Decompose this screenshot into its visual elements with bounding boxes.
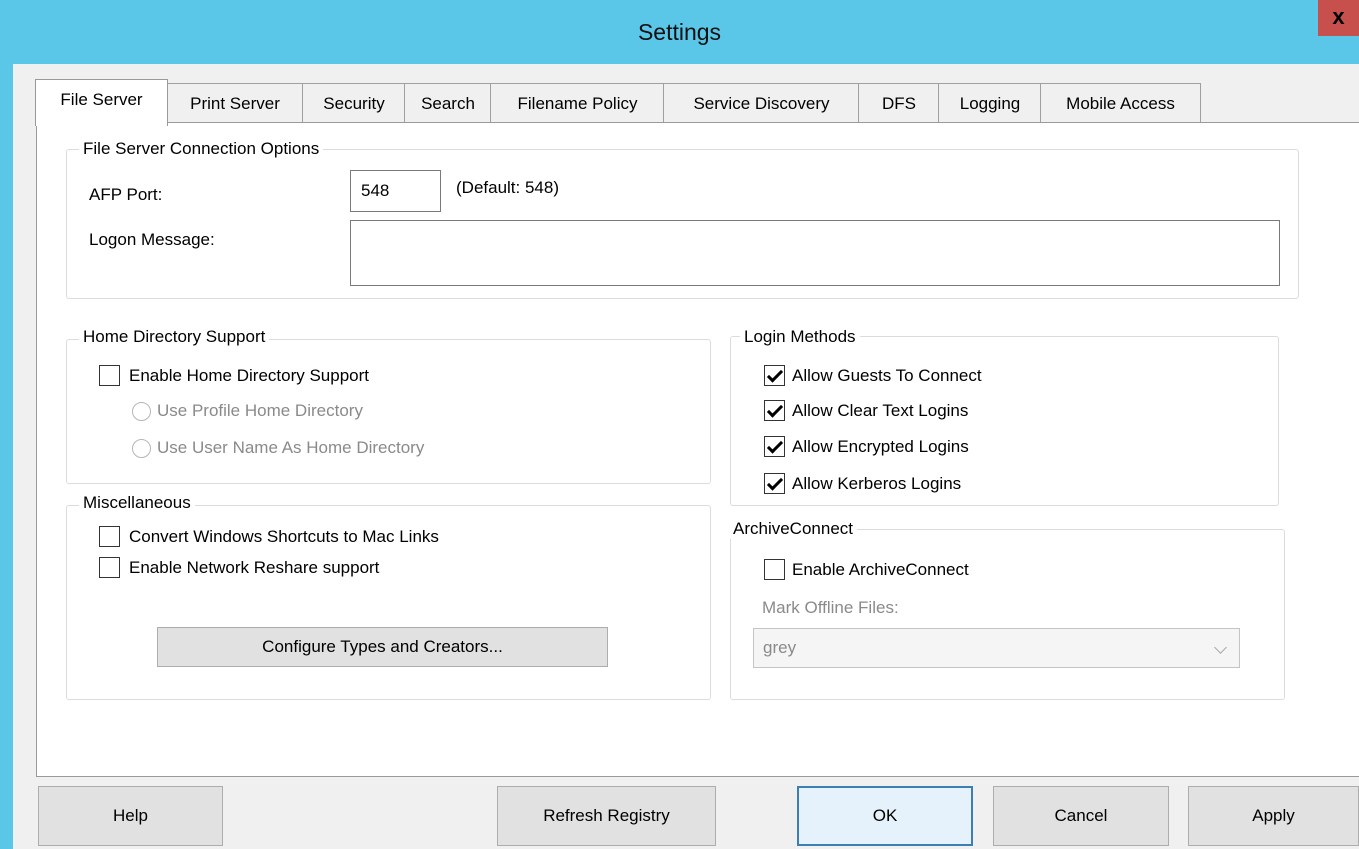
afp-port-label: AFP Port:: [89, 185, 163, 204]
use-profile-home-radio[interactable]: [132, 402, 151, 421]
apply-button[interactable]: Apply: [1188, 786, 1359, 846]
home-directory-legend: Home Directory Support: [79, 327, 270, 347]
ok-button[interactable]: OK: [797, 786, 973, 846]
use-username-home-radio[interactable]: [132, 439, 151, 458]
convert-shortcuts-checkbox[interactable]: [99, 526, 120, 547]
mark-offline-files-label: Mark Offline Files:: [762, 598, 899, 617]
logon-message-input[interactable]: [350, 220, 1280, 286]
login-methods-legend: Login Methods: [740, 327, 860, 347]
tab-print-server[interactable]: Print Server: [166, 83, 304, 124]
allow-clear-text-checkbox[interactable]: [764, 400, 785, 421]
enable-archiveconnect-checkbox[interactable]: [764, 559, 785, 580]
network-reshare-checkbox[interactable]: [99, 557, 120, 578]
logon-message-label: Logon Message:: [89, 230, 215, 249]
tab-filename-policy[interactable]: Filename Policy: [490, 83, 665, 124]
help-button[interactable]: Help: [38, 786, 223, 846]
enable-home-directory-checkbox[interactable]: [99, 365, 120, 386]
enable-home-directory-label[interactable]: Enable Home Directory Support: [129, 365, 369, 387]
allow-guests-checkbox[interactable]: [764, 365, 785, 386]
allow-encrypted-checkbox[interactable]: [764, 436, 785, 457]
allow-clear-text-label[interactable]: Allow Clear Text Logins: [792, 400, 968, 422]
use-profile-home-label[interactable]: Use Profile Home Directory: [157, 400, 363, 422]
allow-guests-label[interactable]: Allow Guests To Connect: [792, 365, 982, 387]
chevron-down-icon: [1214, 641, 1227, 654]
tab-logging[interactable]: Logging: [938, 83, 1042, 124]
configure-types-button[interactable]: Configure Types and Creators...: [157, 627, 608, 667]
enable-archiveconnect-label[interactable]: Enable ArchiveConnect: [792, 559, 969, 581]
archiveconnect-legend: ArchiveConnect: [729, 519, 858, 539]
mark-offline-files-select[interactable]: grey: [753, 628, 1240, 668]
tab-dfs[interactable]: DFS: [858, 83, 940, 124]
afp-port-default: (Default: 548): [456, 178, 559, 197]
afp-port-input[interactable]: 548: [350, 170, 441, 212]
window-frame-left: [0, 64, 13, 849]
close-button[interactable]: x: [1318, 0, 1359, 36]
miscellaneous-legend: Miscellaneous: [79, 493, 195, 513]
tab-search[interactable]: Search: [404, 83, 492, 124]
window-title: Settings: [637, 19, 722, 45]
tab-security[interactable]: Security: [302, 83, 406, 124]
allow-encrypted-label[interactable]: Allow Encrypted Logins: [792, 436, 969, 458]
connection-options-legend: File Server Connection Options: [79, 139, 324, 159]
panel-bottom-border: [36, 776, 1359, 777]
tab-file-server[interactable]: File Server: [35, 79, 168, 126]
network-reshare-label[interactable]: Enable Network Reshare support: [129, 557, 379, 579]
cancel-button[interactable]: Cancel: [993, 786, 1169, 846]
allow-kerberos-checkbox[interactable]: [764, 473, 785, 494]
allow-kerberos-label[interactable]: Allow Kerberos Logins: [792, 473, 961, 495]
tab-mobile-access[interactable]: Mobile Access: [1040, 83, 1201, 124]
mark-offline-files-value: grey: [763, 638, 797, 657]
convert-shortcuts-label[interactable]: Convert Windows Shortcuts to Mac Links: [129, 526, 439, 548]
tab-service-discovery[interactable]: Service Discovery: [663, 83, 860, 124]
use-username-home-label[interactable]: Use User Name As Home Directory: [157, 437, 424, 459]
refresh-registry-button[interactable]: Refresh Registry: [497, 786, 716, 846]
